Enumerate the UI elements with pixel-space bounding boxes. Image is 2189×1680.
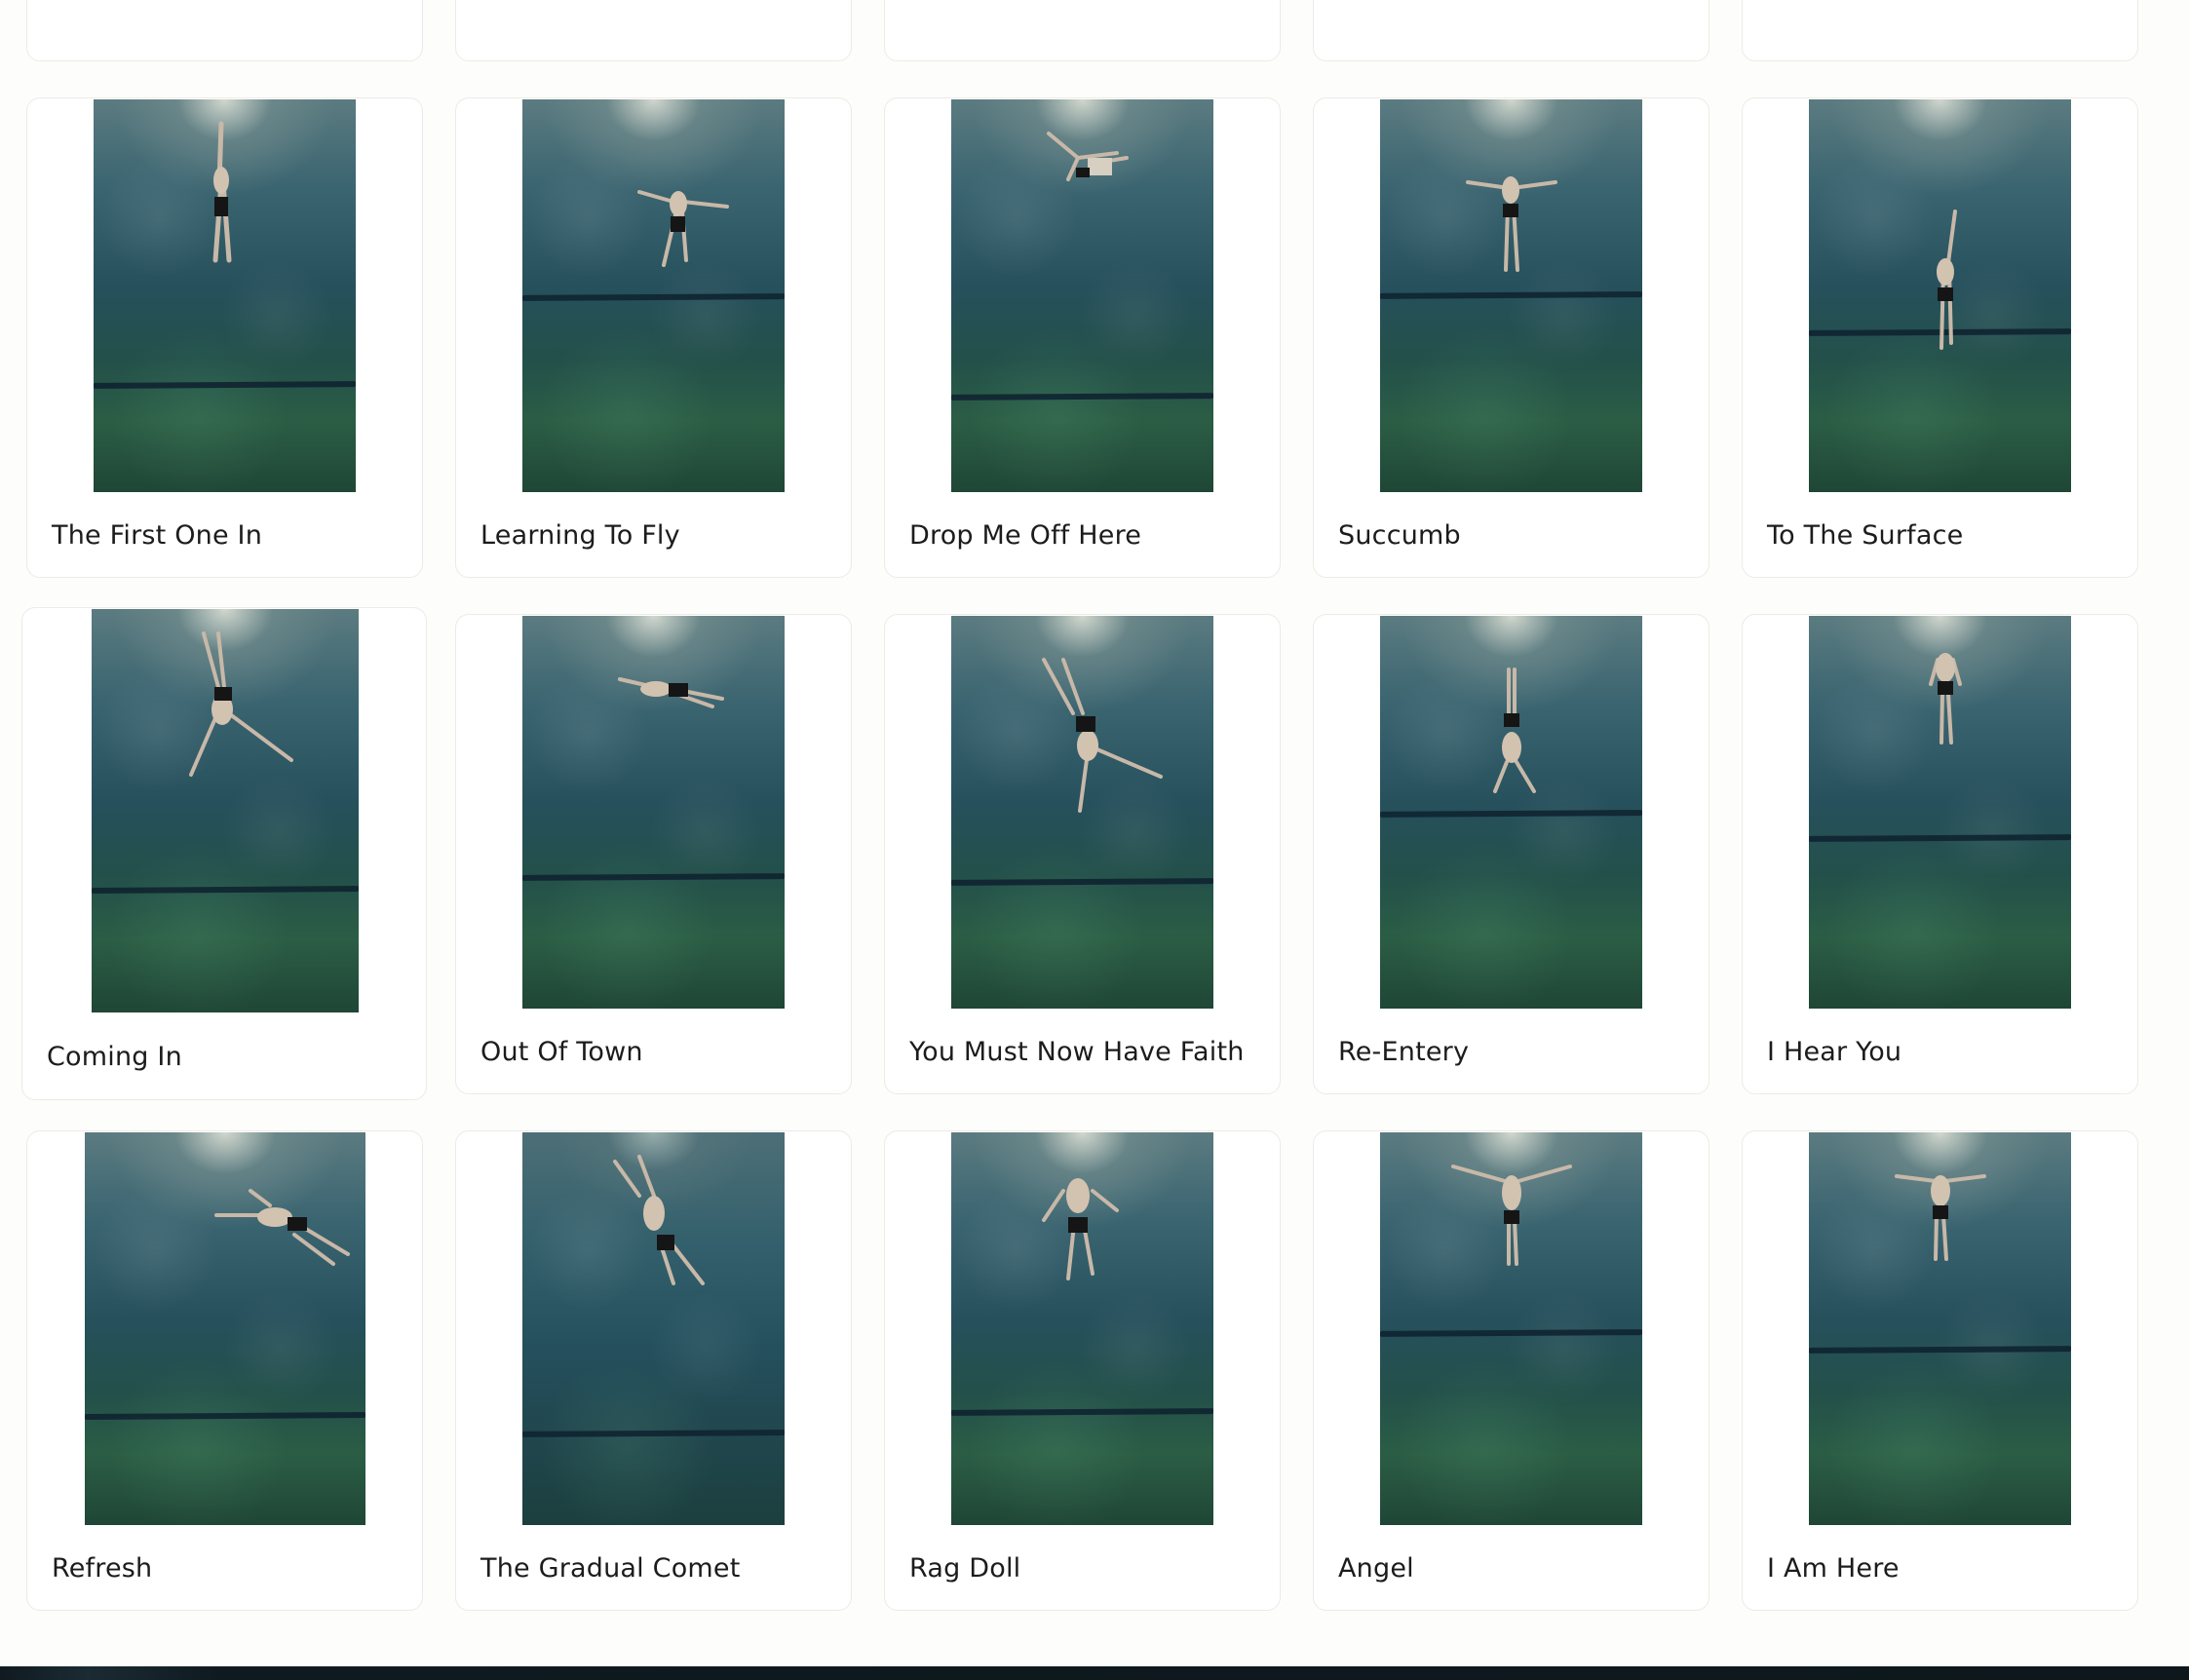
swimmer-figure-icon — [613, 1155, 705, 1285]
gallery-card[interactable]: To The Surface — [1742, 97, 2138, 578]
swimmer-figure-icon — [189, 631, 293, 777]
gallery-card-title: I Hear You — [1767, 1037, 1902, 1067]
swimmer-figure-icon — [637, 190, 729, 267]
gallery-photo[interactable] — [1380, 616, 1642, 1009]
gallery-card-title: The Gradual Comet — [480, 1553, 741, 1584]
swimmer-figure-icon — [1042, 658, 1163, 813]
gallery-card[interactable]: I Hear You — [1742, 614, 2138, 1094]
gallery-card-partial[interactable] — [1742, 0, 2138, 61]
gallery-card[interactable]: You Must Now Have Faith — [884, 614, 1281, 1094]
swimmer-figure-icon — [214, 1189, 350, 1266]
gallery-card[interactable]: The First One In — [26, 97, 423, 578]
gallery-card[interactable]: The Gradual Comet — [455, 1130, 852, 1611]
swimmer-figure-icon — [212, 121, 232, 263]
gallery-photo[interactable] — [522, 1132, 785, 1525]
gallery-card-title: Succumb — [1338, 520, 1461, 551]
gallery-photo[interactable] — [1380, 1132, 1642, 1525]
gallery-card[interactable]: Succumb — [1313, 97, 1709, 578]
gallery-card[interactable]: Coming In — [21, 607, 427, 1100]
gallery-photo[interactable] — [1809, 99, 2071, 492]
gallery-photo[interactable] — [1380, 99, 1642, 492]
swimmer-figure-icon — [1493, 668, 1536, 793]
swimmer-figure-icon — [1042, 1178, 1119, 1280]
gallery-card-title: To The Surface — [1767, 520, 1964, 551]
gallery-card[interactable]: Out Of Town — [455, 614, 852, 1094]
gallery-card-title: Re-Entery — [1338, 1037, 1470, 1067]
gallery-card-title: Learning To Fly — [480, 520, 680, 551]
gallery-card-title: Coming In — [47, 1042, 182, 1072]
swimmer-figure-icon — [1929, 653, 1962, 745]
gallery-photo[interactable] — [951, 1132, 1213, 1525]
gallery-card[interactable]: Learning To Fly — [455, 97, 852, 578]
gallery-photo[interactable] — [1809, 616, 2071, 1009]
gallery-card-title: You Must Now Have Faith — [909, 1037, 1245, 1067]
gallery-card-title: I Am Here — [1767, 1553, 1900, 1584]
gallery-photo[interactable] — [92, 609, 359, 1012]
gallery-card[interactable]: Refresh — [26, 1130, 423, 1611]
gallery-card-title: Rag Doll — [909, 1553, 1021, 1584]
swimmer-figure-icon — [618, 677, 724, 708]
gallery-photo[interactable] — [951, 99, 1213, 492]
gallery-card-partial[interactable] — [884, 0, 1281, 61]
gallery-card[interactable]: Angel — [1313, 1130, 1709, 1611]
gallery-card-title: Refresh — [52, 1553, 153, 1584]
swimmer-figure-icon — [1047, 132, 1129, 181]
gallery-photo[interactable] — [522, 99, 785, 492]
swimmer-figure-icon — [1937, 210, 1957, 350]
gallery-card-title: Angel — [1338, 1553, 1414, 1584]
gallery-photo[interactable] — [94, 99, 356, 492]
gallery-card-title: Out Of Town — [480, 1037, 643, 1067]
swimmer-figure-icon — [1895, 1174, 1986, 1261]
gallery-photo[interactable] — [1809, 1132, 2071, 1525]
gallery-card-partial[interactable] — [1313, 0, 1709, 61]
gallery-card[interactable]: I Am Here — [1742, 1130, 2138, 1611]
gallery-card-title: Drop Me Off Here — [909, 520, 1142, 551]
swimmer-figure-icon — [1451, 1165, 1572, 1266]
gallery-card-partial[interactable] — [26, 0, 423, 61]
gallery-card[interactable]: Rag Doll — [884, 1130, 1281, 1611]
swimmer-figure-icon — [1466, 176, 1557, 272]
gallery-card[interactable]: Drop Me Off Here — [884, 97, 1281, 578]
gallery-photo[interactable] — [85, 1132, 365, 1525]
gallery-card-partial[interactable] — [455, 0, 852, 61]
gallery-photo[interactable] — [951, 616, 1213, 1009]
footer-strip — [0, 1666, 2189, 1680]
gallery-card[interactable]: Re-Entery — [1313, 614, 1709, 1094]
gallery-card-title: The First One In — [52, 520, 263, 551]
gallery-photo[interactable] — [522, 616, 785, 1009]
